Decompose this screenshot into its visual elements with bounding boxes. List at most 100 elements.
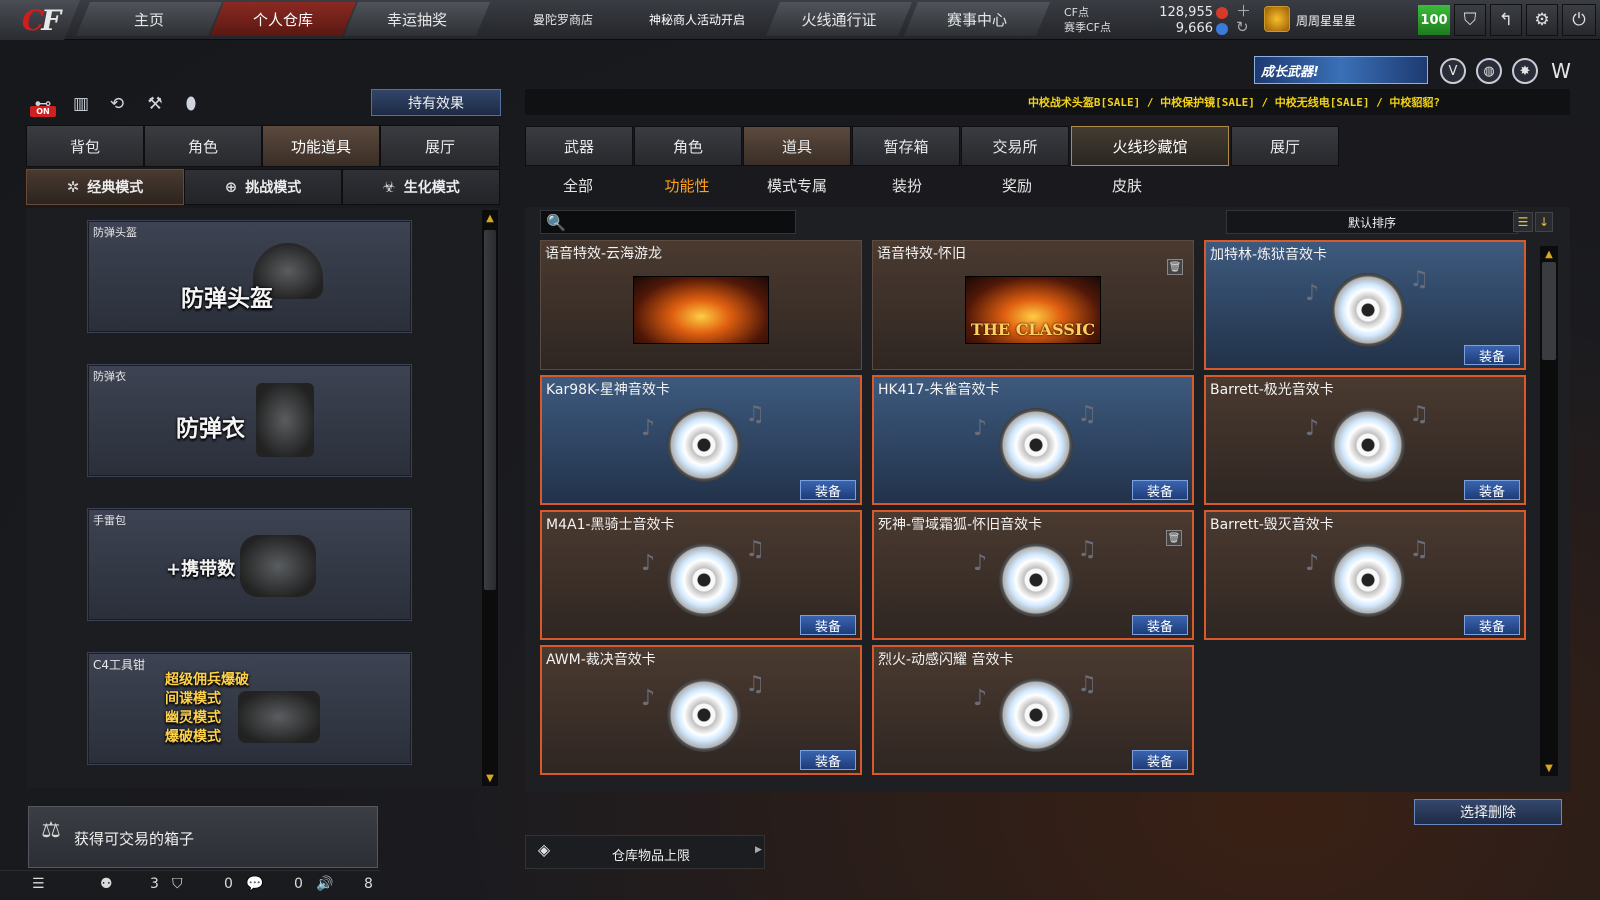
equip-button[interactable]: 装备 [1132, 750, 1188, 770]
globe-icon[interactable]: ◍ [1476, 58, 1502, 84]
refresh-icon[interactable]: ↻ [1236, 19, 1251, 35]
sort-direction-icon[interactable]: ↓ [1535, 212, 1553, 232]
item-card[interactable]: 烈火-动感闪耀 音效卡 ♪ ♫ 装备 [872, 645, 1194, 775]
sound-card-disc-icon: ♪ ♫ [637, 537, 765, 619]
menu-list-icon[interactable]: ☰ [32, 876, 45, 892]
return-icon[interactable]: ↰ [1490, 4, 1522, 36]
mode-biochem[interactable]: ☣ 生化模式 [342, 169, 500, 205]
sparkle-icon[interactable]: ✸ [1512, 58, 1538, 84]
item-card[interactable]: M4A1-黑骑士音效卡 ♪ ♫ 装备 [540, 510, 862, 640]
item-card[interactable]: AWM-裁决音效卡 ♪ ♫ 装备 [540, 645, 862, 775]
nav-tab-mystery-merchant[interactable]: 神秘商人活动开启 [630, 2, 764, 36]
scroll-down-icon[interactable]: ▼ [1541, 760, 1557, 776]
nav-tab-event-center[interactable]: 赛事中心 [904, 2, 1050, 36]
card-title: HK417-朱雀音效卡 [878, 382, 1000, 398]
subtab-mode-exclusive[interactable]: 模式专属 [752, 174, 842, 196]
equip-button[interactable]: 装备 [1464, 345, 1520, 365]
trash-icon[interactable]: 🗑 [1166, 530, 1182, 546]
mode-line: 间谍模式 [165, 691, 221, 707]
scroll-up-icon[interactable]: ▲ [1541, 246, 1557, 262]
mode-list: 超级佣兵爆破 间谍模式 幽灵模式 爆破模式 [165, 671, 249, 747]
mode-classic[interactable]: ✲ 经典模式 [26, 169, 184, 205]
gear-icon[interactable]: ⚙ [1526, 4, 1558, 36]
shield-icon[interactable]: ⛉ [1454, 4, 1486, 36]
item-slot-vest[interactable]: 防弹衣 防弹衣 [87, 364, 412, 477]
item-card[interactable]: Barrett-极光音效卡 ♪ ♫ 装备 [1204, 375, 1526, 505]
volume-icon[interactable]: 🔊 [316, 876, 333, 892]
card-title: 死神-雪域霜狐-怀旧音效卡 [878, 517, 1043, 533]
right-scroll-thumb[interactable] [1542, 262, 1556, 360]
nav-tab-warehouse[interactable]: 个人仓库 [210, 2, 356, 36]
subtab-rewards[interactable]: 奖励 [972, 174, 1062, 196]
item-slot-grenade-pack[interactable]: 手雷包 +携带数 [87, 508, 412, 621]
trash-icon[interactable]: 🗑 [1167, 259, 1183, 275]
power-icon[interactable]: ⏻ [1562, 4, 1596, 36]
left-tab-backpack[interactable]: 背包 [26, 125, 144, 167]
scroll-down-icon[interactable]: ▼ [482, 770, 498, 786]
held-effects-button[interactable]: 持有效果 [371, 89, 501, 116]
equip-button[interactable]: 装备 [800, 480, 856, 500]
equip-button[interactable]: 装备 [1132, 480, 1188, 500]
history-icon[interactable]: ⟲ [104, 92, 130, 116]
mouse-icon[interactable]: ⬮ [178, 92, 204, 116]
item-card[interactable]: 语音特效-云海游龙 [540, 240, 862, 370]
left-tab-character[interactable]: 角色 [144, 125, 262, 167]
mode-challenge[interactable]: ⊕ 挑战模式 [184, 169, 342, 205]
right-tab-character[interactable]: 角色 [634, 126, 742, 166]
left-tab-functional-items[interactable]: 功能道具 [262, 125, 380, 167]
card-title: Barrett-毁灭音效卡 [1210, 517, 1334, 533]
nav-tab-lucky-draw[interactable]: 幸运抽奖 [344, 2, 490, 36]
stats-icon[interactable]: ▥ [68, 92, 94, 116]
right-tab-items[interactable]: 道具 [743, 126, 851, 166]
card-title: 烈火-动感闪耀 音效卡 [878, 652, 1014, 668]
equip-button[interactable]: 装备 [1132, 615, 1188, 635]
nav-tab-battle-pass[interactable]: 火线通行证 [766, 2, 912, 36]
equip-button[interactable]: 装备 [800, 750, 856, 770]
item-slot-c4-pliers[interactable]: C4工具钳 超级佣兵爆破 间谍模式 幽灵模式 爆破模式 [87, 652, 412, 765]
item-card[interactable]: Barrett-毁灭音效卡 ♪ ♫ 装备 [1204, 510, 1526, 640]
subtab-functional[interactable]: 功能性 [642, 174, 732, 196]
search-icon[interactable]: 🔍 [546, 213, 566, 232]
right-tab-weapons[interactable]: 武器 [525, 126, 633, 166]
equip-button[interactable]: 装备 [1464, 480, 1520, 500]
v-badge-icon[interactable]: V [1440, 58, 1466, 84]
w-logo-icon[interactable]: W [1548, 58, 1574, 84]
search-input[interactable] [540, 210, 796, 234]
list-view-icon[interactable]: ☰ [1513, 212, 1533, 232]
left-tab-showroom[interactable]: 展厅 [380, 125, 500, 167]
growth-weapon-banner[interactable]: 成长武器! [1254, 56, 1428, 84]
nav-tab-label: 主页 [133, 10, 164, 29]
vinyl-disc-icon [1331, 543, 1405, 618]
nav-tab-home[interactable]: 主页 [76, 2, 222, 36]
subtab-all[interactable]: 全部 [533, 174, 623, 196]
scroll-up-icon[interactable]: ▲ [482, 210, 498, 226]
right-tab-showroom[interactable]: 展厅 [1231, 126, 1339, 166]
subtab-dressup[interactable]: 装扮 [862, 174, 952, 196]
music-note-icon: ♪ [973, 551, 988, 577]
item-card[interactable]: 加特林-炼狱音效卡 ♪ ♫ 装备 [1204, 240, 1526, 370]
volume-count: 8 [364, 876, 373, 892]
equip-button[interactable]: 装备 [800, 615, 856, 635]
tool-icon[interactable]: ⚒ [142, 92, 168, 116]
sort-dropdown[interactable]: 默认排序 [1226, 210, 1518, 234]
chat-icon[interactable]: 💬 [246, 876, 263, 892]
right-tab-temp-storage[interactable]: 暂存箱 [852, 126, 960, 166]
item-card[interactable]: Kar98K-星神音效卡 ♪ ♫ 装备 [540, 375, 862, 505]
sound-card-disc-icon: ♪ ♫ [1301, 267, 1429, 349]
item-card[interactable]: 死神-雪域霜狐-怀旧音效卡 ♪ ♫ 装备 🗑 [872, 510, 1194, 640]
left-scroll-thumb[interactable] [484, 230, 496, 590]
rank-badge-icon[interactable] [1264, 6, 1290, 32]
card-title: Barrett-极光音效卡 [1210, 382, 1334, 398]
right-tab-collection-hall[interactable]: 火线珍藏馆 [1071, 126, 1229, 166]
select-delete-button[interactable]: 选择删除 [1414, 799, 1562, 825]
right-tab-exchange[interactable]: 交易所 [961, 126, 1069, 166]
item-card[interactable]: 语音特效-怀旧 THE CLASSIC 🗑 [872, 240, 1194, 370]
subtab-skins[interactable]: 皮肤 [1082, 174, 1172, 196]
expand-arrow-icon[interactable]: ▶ [755, 845, 762, 855]
item-card[interactable]: HK417-朱雀音效卡 ♪ ♫ 装备 [872, 375, 1194, 505]
add-icon[interactable]: ＋ [1236, 3, 1251, 19]
item-slot-helmet[interactable]: 防弹头盔 防弹头盔 [87, 220, 412, 333]
equip-button[interactable]: 装备 [1464, 615, 1520, 635]
nav-tab-mandala-shop[interactable]: 曼陀罗商店 [508, 2, 618, 36]
username[interactable]: 周周星星星 [1296, 12, 1356, 29]
